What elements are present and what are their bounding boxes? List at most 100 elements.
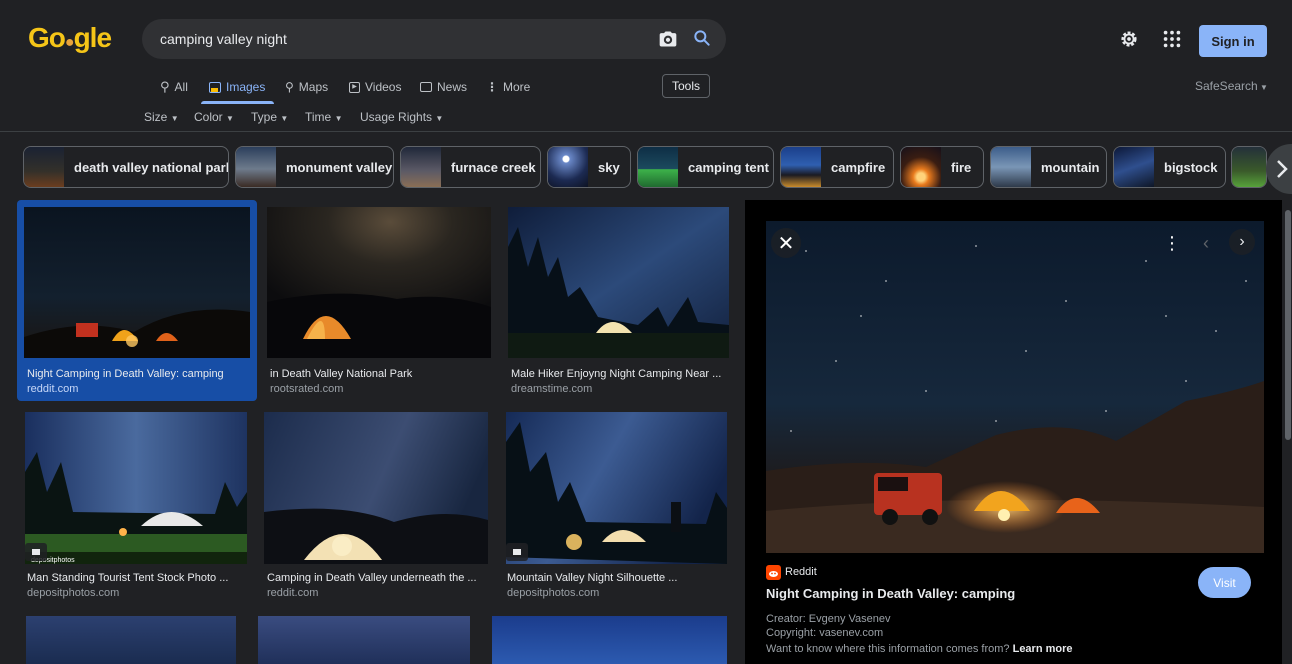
filter-label: Color [194,110,223,124]
tab-label: Videos [365,80,402,94]
chip-partial[interactable] [1231,146,1267,188]
caret-down-icon: ▼ [170,114,179,123]
result-thumbnail: depositphotos [25,412,247,564]
result-thumbnail [506,412,727,564]
filter-size[interactable]: Size ▼ [144,110,179,124]
map-pin-icon: ⚲ [285,80,294,94]
image-result-partial[interactable] [26,616,236,664]
image-badge-icon [506,543,528,561]
filter-color[interactable]: Color ▼ [194,110,234,124]
chip-death-valley[interactable]: death valley national park [23,146,229,188]
chip-sky[interactable]: sky [547,146,631,188]
caret-down-icon: ▼ [1257,83,1268,92]
preview-info: Want to know where this information come… [766,643,1073,655]
chip-thumbnail [901,147,941,187]
chip-label: monument valley [286,159,393,175]
filter-type[interactable]: Type ▼ [251,110,288,124]
settings-gear-icon[interactable] [1118,28,1140,50]
search-bar[interactable] [142,19,726,59]
filter-label: Type [251,110,278,124]
chevron-right-icon[interactable]: › [1229,229,1255,255]
safesearch-label: SafeSearch [1195,79,1258,93]
search-icon[interactable] [692,28,712,48]
preview-creator: Creator: Evgeny Vasenev [766,613,891,625]
chip-label: camping tent [688,159,769,175]
image-result-partial[interactable] [258,616,470,664]
chevron-left-icon[interactable]: ‹ [1196,230,1216,256]
caret-down-icon: ▼ [226,114,234,123]
visit-button[interactable]: Visit [1198,567,1251,598]
chip-fire[interactable]: fire [900,146,984,188]
camera-icon[interactable] [658,29,678,49]
chip-thumbnail [781,147,821,187]
tab-videos[interactable]: ▶ Videos [349,77,401,97]
chip-bigstock[interactable]: bigstock [1113,146,1226,188]
chip-label: campfire [831,159,886,175]
chips-next-button[interactable] [1266,144,1292,194]
chip-label: sky [598,159,620,175]
apps-grid-icon[interactable] [1161,28,1183,50]
tools-button[interactable]: Tools [662,74,710,98]
filter-time[interactable]: Time ▼ [305,110,343,124]
chip-mountain[interactable]: mountain [990,146,1107,188]
chip-label: mountain [1041,159,1100,175]
result-domain: rootsrated.com [270,383,344,395]
chip-thumbnail [1114,147,1154,187]
tab-label: More [503,80,531,94]
chip-monument-valley[interactable]: monument valley [235,146,394,188]
close-icon[interactable]: ✕ [771,228,801,258]
caret-down-icon: ▼ [435,114,444,123]
safesearch-dropdown[interactable]: SafeSearch ▼ [1195,79,1268,93]
caret-down-icon: ▼ [280,114,289,123]
news-icon [420,82,432,92]
chip-thumbnail [1232,147,1266,187]
tab-label: News [437,80,468,94]
google-logo[interactable]: Go●ogle [28,22,112,54]
chip-label: bigstock [1164,159,1218,175]
tab-images[interactable]: Images [209,77,265,97]
chip-campfire[interactable]: campfire [780,146,894,188]
caret-down-icon: ▼ [334,114,343,123]
chip-thumbnail [548,147,588,187]
preview-source[interactable]: Reddit [785,566,817,578]
tab-all[interactable]: ⚲ All [160,77,188,97]
preview-image[interactable] [766,221,1264,553]
tab-more[interactable]: ⋮ More [486,77,530,97]
filter-label: Size [144,110,168,124]
preview-title[interactable]: Night Camping in Death Valley: camping [766,586,1015,601]
image-badge-icon [25,543,47,561]
filter-label: Usage Rights [360,110,433,124]
chip-furnace-creek[interactable]: furnace creek [400,146,541,188]
result-title: Mountain Valley Night Silhouette ... [507,572,678,584]
learn-more-link[interactable]: Learn more [1013,643,1073,655]
chip-thumbnail [401,147,441,187]
more-vert-icon[interactable]: ⋮ [1162,230,1182,256]
chip-label: death valley national park [74,159,229,175]
chip-thumbnail [991,147,1031,187]
chip-label: furnace creek [451,159,536,175]
image-icon [209,81,221,93]
result-thumbnail [24,207,250,358]
image-result-partial[interactable] [492,616,727,664]
search-input[interactable] [160,19,640,59]
result-domain: reddit.com [27,383,79,395]
scrollbar-thumb[interactable] [1285,210,1291,440]
result-thumbnail [267,207,491,358]
sign-in-button[interactable]: Sign in [1199,25,1267,57]
result-title: Camping in Death Valley underneath the .… [267,572,477,584]
result-thumbnail [508,207,729,358]
video-icon: ▶ [349,81,360,93]
chip-label: fire [951,159,972,175]
search-icon: ⚲ [160,79,170,94]
chip-camping-tent[interactable]: camping tent [637,146,774,188]
result-domain: depositphotos.com [27,587,120,599]
tab-label: Images [226,80,266,94]
result-title: Man Standing Tourist Tent Stock Photo ..… [27,572,229,584]
tab-news[interactable]: News [420,77,467,97]
chip-thumbnail [24,147,64,187]
chip-thumbnail [638,147,678,187]
filter-usage-rights[interactable]: Usage Rights ▼ [360,110,443,124]
result-domain: dreamstime.com [511,383,593,395]
result-thumbnail [264,412,488,564]
tab-maps[interactable]: ⚲ Maps [285,77,328,97]
